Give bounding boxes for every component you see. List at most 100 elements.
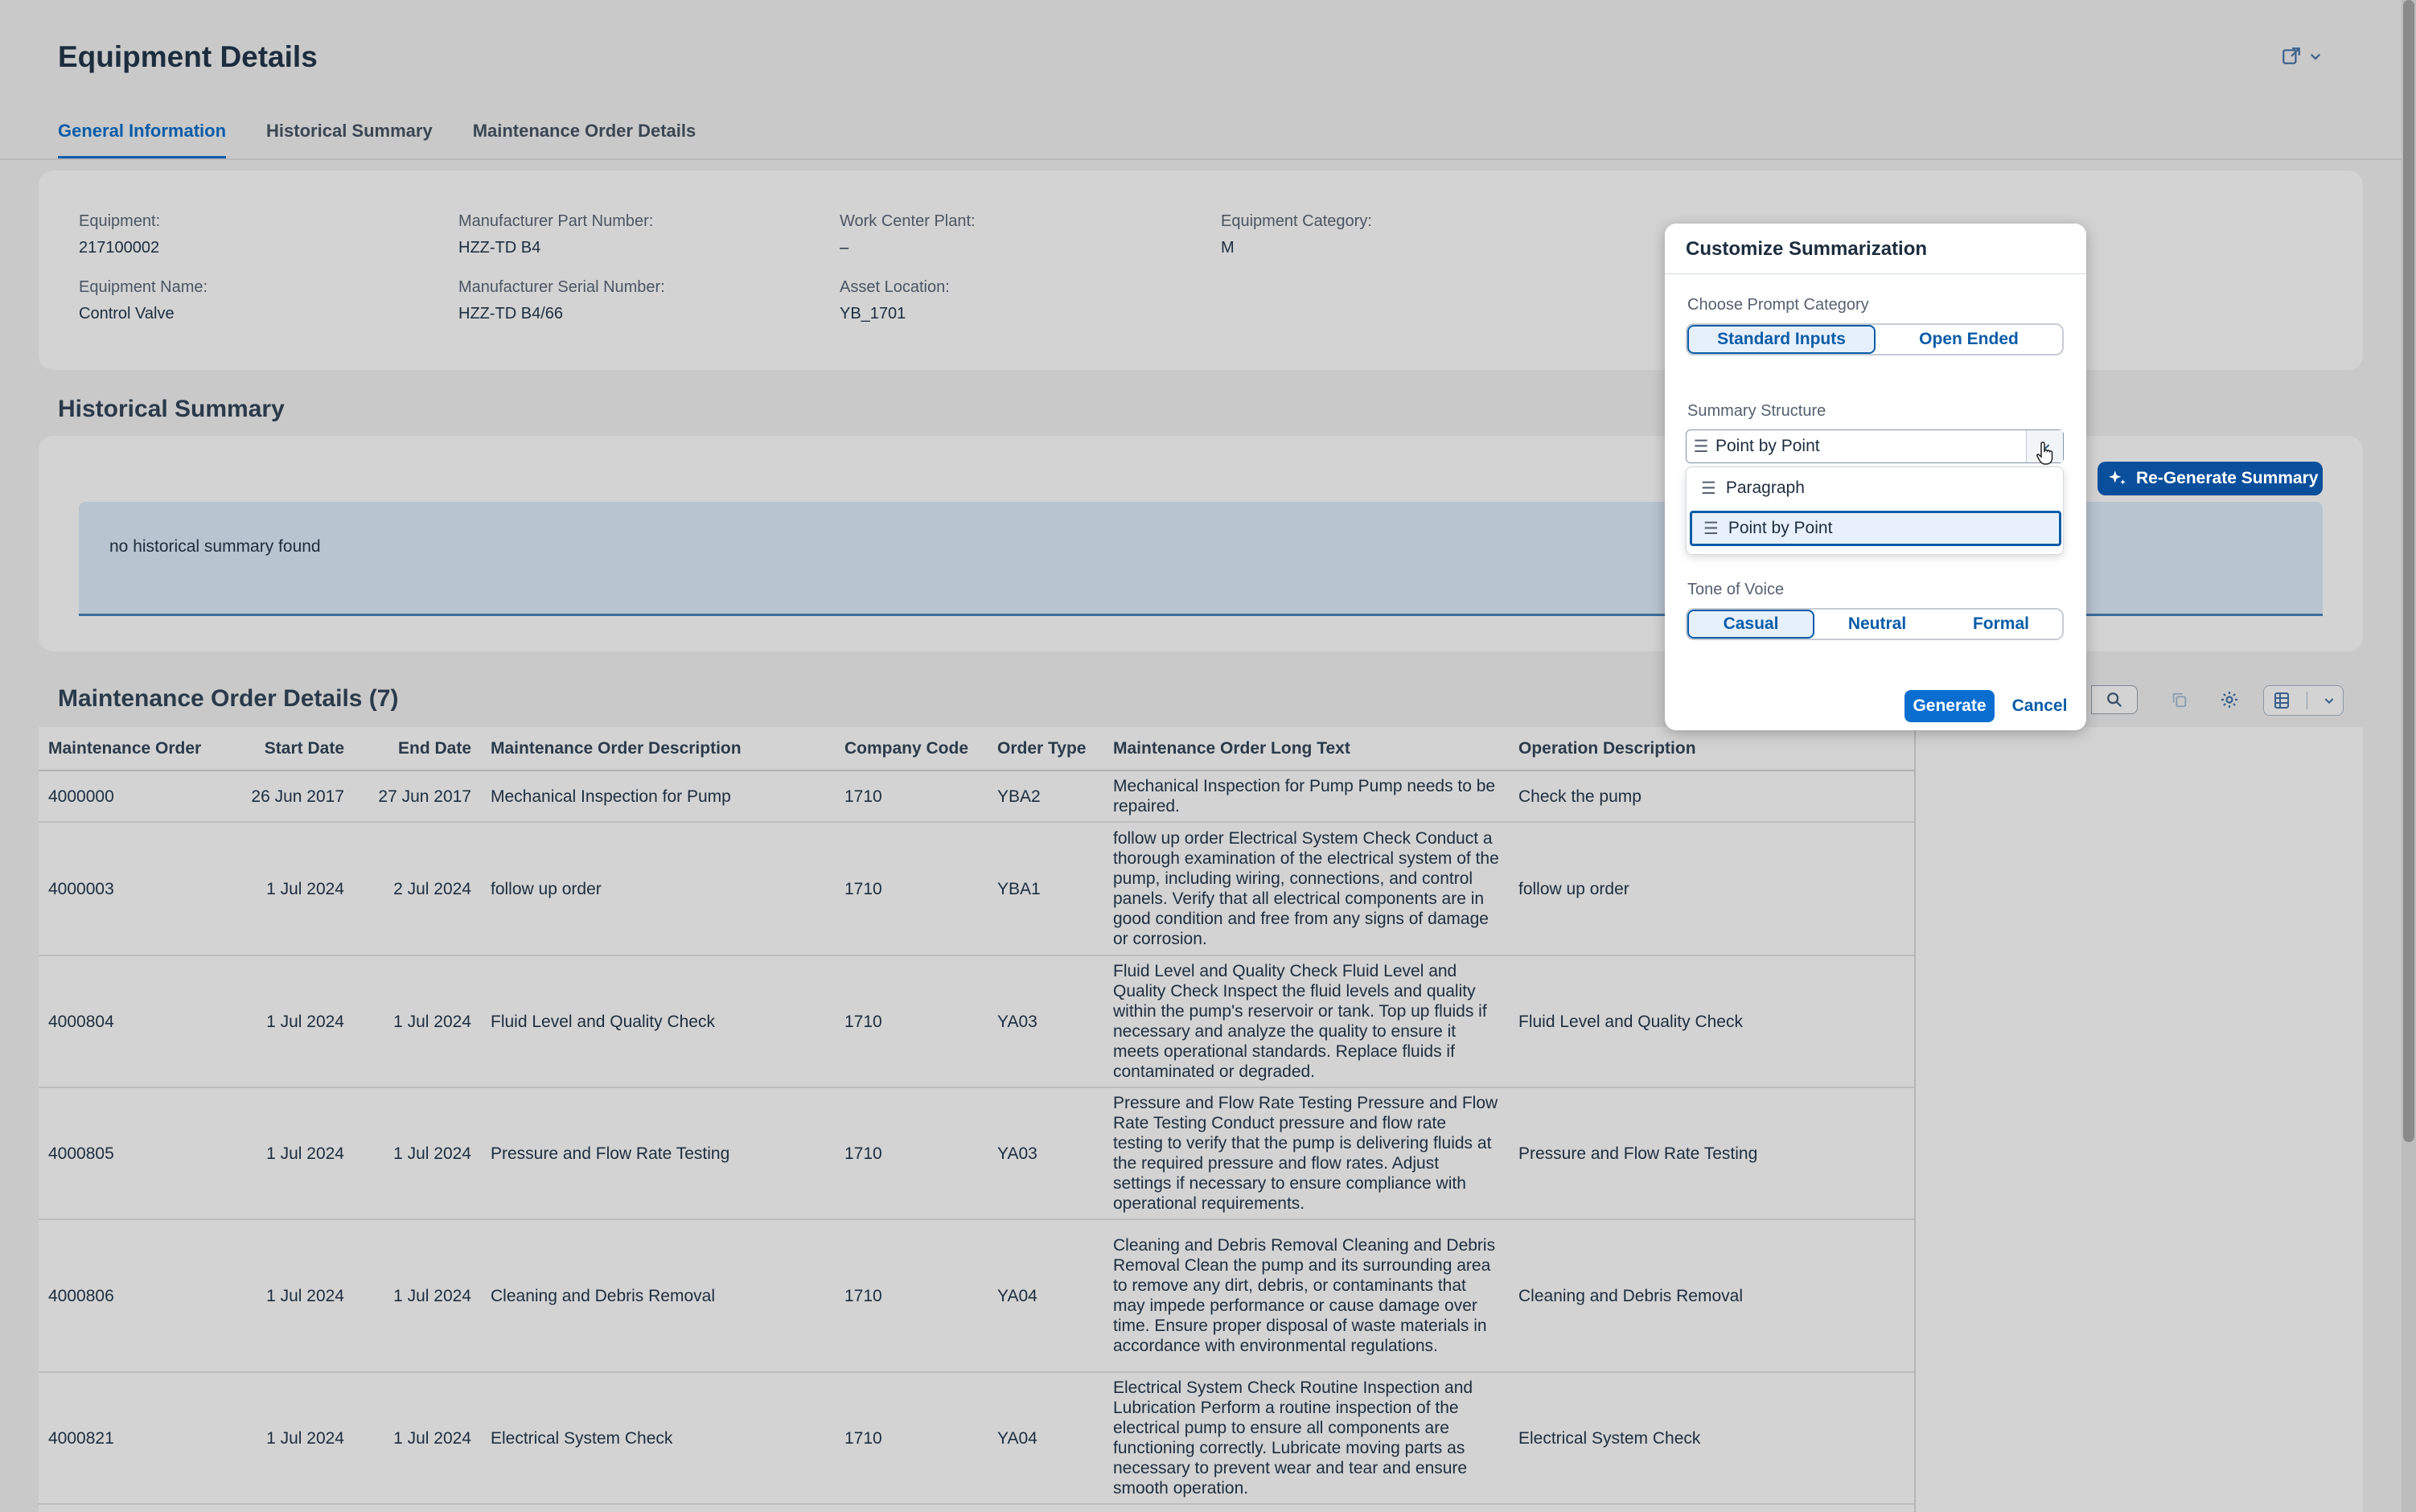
page-scrollbar[interactable] (2402, 0, 2416, 1512)
cell-company-code: 1710 (835, 770, 988, 823)
dialog-title: Customize Summarization (1686, 238, 1928, 260)
share-button[interactable] (2281, 42, 2336, 71)
cell-end-date: 1 Jul 2024 (354, 1372, 481, 1505)
prompt-option-standard-inputs[interactable]: Standard Inputs (1687, 325, 1876, 354)
option-label: Paragraph (1725, 479, 1805, 497)
maintenance-orders-title: Maintenance Order Details (7) (58, 685, 399, 712)
cell-description: follow up order (481, 822, 835, 956)
maintenance-orders-table: Maintenance Order Start Date End Date Ma… (39, 727, 1914, 1505)
header-divider (0, 158, 2402, 160)
tab-general-information[interactable]: General Information (58, 121, 227, 160)
regenerate-summary-label: Re-Generate Summary (2136, 469, 2319, 487)
cell-description: Cleaning and Debris Removal (481, 1219, 835, 1373)
scrollbar-thumb[interactable] (2403, 0, 2414, 1142)
cell-end-date: 1 Jul 2024 (354, 1087, 481, 1220)
table-settings-button[interactable] (2213, 682, 2245, 717)
historical-summary-message: no historical summary found (109, 537, 321, 556)
prompt-category-segmented: Standard Inputs Open Ended (1686, 323, 2064, 355)
table-row[interactable]: 4000821 1 Jul 2024 1 Jul 2024 Electrical… (39, 1372, 1914, 1505)
historical-summary-title: Historical Summary (58, 396, 285, 422)
cell-long-text: Cleaning and Debris Removal Cleaning and… (1103, 1219, 1509, 1373)
chevron-down-icon (2324, 698, 2333, 705)
cell-start-date: 1 Jul 2024 (230, 1087, 354, 1220)
table-row[interactable]: 4000805 1 Jul 2024 1 Jul 2024 Pressure a… (39, 1087, 1914, 1220)
equipment-category-label: Equipment Category: (1221, 212, 1372, 230)
cell-order: 4000806 (39, 1219, 230, 1373)
cell-order-type: YA04 (988, 1219, 1103, 1373)
equipment-value: 217100002 (79, 239, 160, 257)
cell-order-type: YA03 (988, 1087, 1103, 1220)
search-icon (2107, 692, 2122, 708)
cell-order: 4000805 (39, 1087, 230, 1220)
prompt-option-open-ended[interactable]: Open Ended (1876, 325, 2062, 354)
dropdown-option-point-by-point[interactable]: ☰ Point by Point (1690, 511, 2061, 546)
page-title: Equipment Details (58, 40, 318, 73)
col-order-type[interactable]: Order Type (988, 727, 1103, 771)
mfr-part-value: HZZ-TD B4 (458, 239, 541, 257)
col-long-text[interactable]: Maintenance Order Long Text (1103, 727, 1509, 771)
spreadsheet-icon (2274, 692, 2289, 709)
cell-order: 4000000 (39, 770, 230, 823)
table-row[interactable]: 4000806 1 Jul 2024 1 Jul 2024 Cleaning a… (39, 1219, 1914, 1373)
export-button[interactable] (2263, 685, 2344, 716)
cell-order: 4000821 (39, 1372, 230, 1505)
cell-order-type: YA04 (988, 1372, 1103, 1505)
cell-operation: follow up order (1509, 822, 1914, 956)
tone-option-casual[interactable]: Casual (1687, 610, 1814, 639)
cell-long-text: Fluid Level and Quality Check Fluid Leve… (1103, 955, 1509, 1088)
copy-icon (2172, 692, 2187, 708)
hand-cursor-icon (2036, 441, 2057, 465)
dropdown-option-paragraph[interactable]: ☰ Paragraph (1690, 470, 2061, 506)
mfr-serial-value: HZZ-TD B4/66 (458, 305, 564, 323)
dialog-divider (1665, 273, 2086, 274)
table-row[interactable]: 4000804 1 Jul 2024 1 Jul 2024 Fluid Leve… (39, 955, 1914, 1088)
sparkle-icon (2109, 470, 2126, 485)
cell-end-date: 27 Jun 2017 (354, 770, 481, 823)
equipment-category-field: Equipment Category: M (1221, 212, 1372, 257)
regenerate-summary-button[interactable]: Re-Generate Summary (2098, 462, 2323, 495)
cancel-button[interactable]: Cancel (2006, 690, 2073, 722)
table-row[interactable]: 4000003 1 Jul 2024 2 Jul 2024 follow up … (39, 822, 1914, 956)
generate-button[interactable]: Generate (1904, 690, 1995, 722)
col-company-code[interactable]: Company Code (835, 727, 988, 771)
tab-historical-summary[interactable]: Historical Summary (266, 121, 433, 160)
col-end-date[interactable]: End Date (354, 727, 481, 771)
cell-start-date: 26 Jun 2017 (230, 770, 354, 823)
mfr-part-field: Manufacturer Part Number: HZZ-TD B4 (458, 212, 653, 257)
cell-start-date: 1 Jul 2024 (230, 822, 354, 956)
equipment-name-field: Equipment Name: Control Valve (79, 278, 207, 323)
tone-of-voice-label: Tone of Voice (1687, 581, 1785, 598)
cell-description: Electrical System Check (481, 1372, 835, 1505)
col-description[interactable]: Maintenance Order Description (481, 727, 835, 771)
col-maintenance-order[interactable]: Maintenance Order (39, 727, 230, 771)
mfr-serial-label: Manufacturer Serial Number: (458, 278, 665, 296)
cell-end-date: 1 Jul 2024 (354, 955, 481, 1088)
chevron-down-icon (2310, 53, 2321, 60)
table-row[interactable]: 4000000 26 Jun 2017 27 Jun 2017 Mechanic… (39, 770, 1914, 823)
cell-operation: Check the pump (1509, 770, 1914, 823)
tab-maintenance-order-details[interactable]: Maintenance Order Details (473, 121, 696, 160)
asset-location-field: Asset Location: YB_1701 (840, 278, 950, 323)
cell-order-type: YBA2 (988, 770, 1103, 823)
asset-location-label: Asset Location: (840, 278, 950, 296)
col-start-date[interactable]: Start Date (230, 727, 354, 771)
cell-order: 4000804 (39, 955, 230, 1088)
equipment-category-value: M (1221, 239, 1235, 257)
cell-operation: Fluid Level and Quality Check (1509, 955, 1914, 1088)
table-search-button[interactable] (2091, 685, 2138, 714)
equipment-name-label: Equipment Name: (79, 278, 208, 296)
cell-company-code: 1710 (835, 955, 988, 1088)
cell-operation: Pressure and Flow Rate Testing (1509, 1087, 1914, 1220)
tone-option-neutral[interactable]: Neutral (1814, 610, 1940, 639)
cell-company-code: 1710 (835, 1372, 988, 1505)
summary-structure-select[interactable]: ☰ Point by Point (1686, 429, 2064, 463)
tone-option-formal[interactable]: Formal (1940, 610, 2062, 639)
tone-of-voice-segmented: Casual Neutral Formal (1686, 608, 2064, 640)
cell-description: Pressure and Flow Rate Testing (481, 1087, 835, 1220)
cell-end-date: 2 Jul 2024 (354, 822, 481, 956)
col-operation-description[interactable]: Operation Description (1509, 727, 1914, 771)
summary-structure-label: Summary Structure (1687, 402, 1826, 420)
cell-start-date: 1 Jul 2024 (230, 1372, 354, 1505)
copy-button[interactable] (2163, 682, 2196, 717)
cell-order-type: YBA1 (988, 822, 1103, 956)
